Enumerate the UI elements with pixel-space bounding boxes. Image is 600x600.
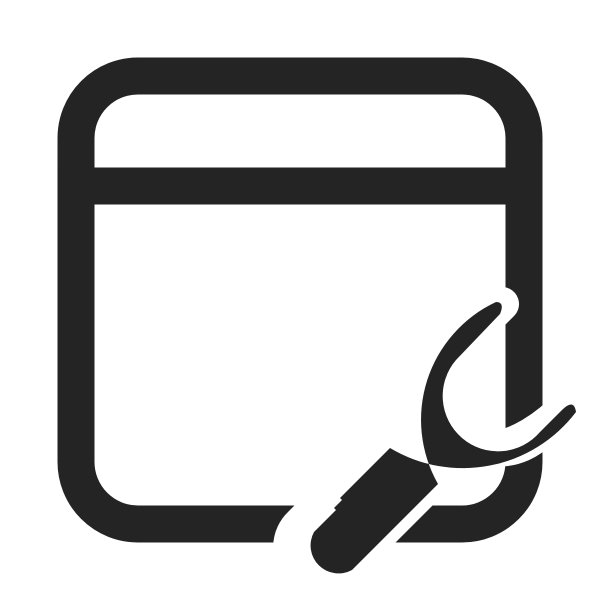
icon-canvas [0, 0, 600, 600]
app-window-wrench-icon [57, 57, 576, 574]
